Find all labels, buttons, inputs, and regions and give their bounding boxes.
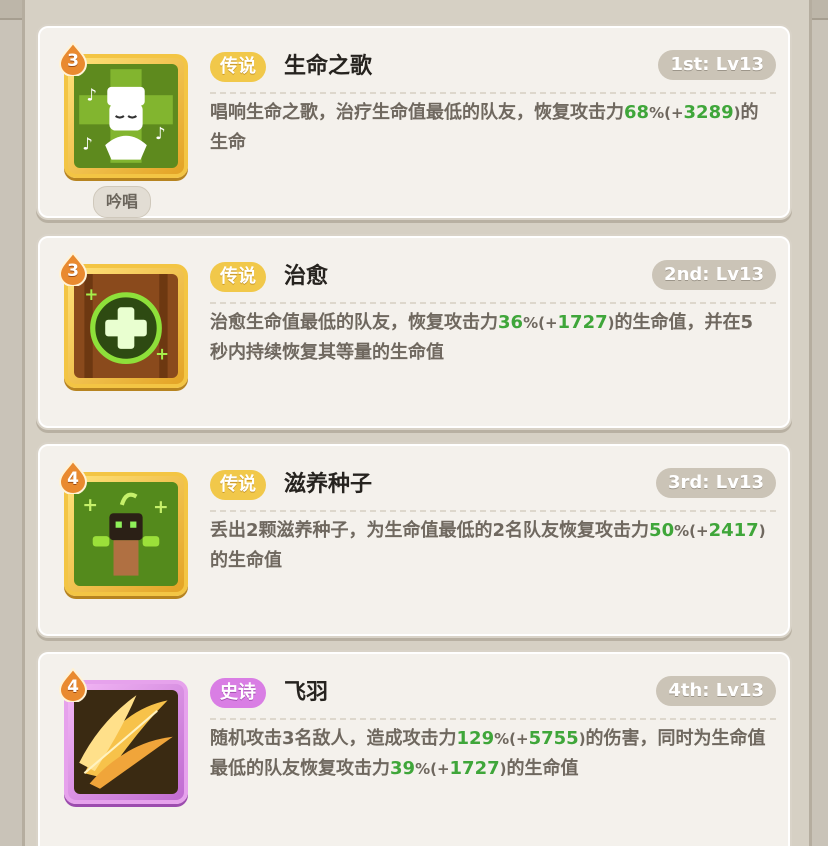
svg-text:♪: ♪ (155, 124, 166, 143)
skill-description: 唱响生命之歌，治疗生命值最低的队友，恢复攻击力68%(+3289)的生命 (210, 102, 759, 153)
skill-description: 随机攻击3名敌人，造成攻击力129%(+5755)的伤害，同时为生命值最低的队友… (210, 728, 766, 779)
divider (210, 92, 776, 94)
svg-text:+: + (155, 344, 169, 363)
svg-text:+: + (153, 497, 169, 518)
skill-name: 滋养种子 (284, 472, 373, 497)
rarity-badge: 传说 (210, 262, 266, 292)
rarity-badge: 传说 (210, 470, 266, 500)
svg-text:+: + (82, 495, 98, 516)
rank-badge: 3rd: Lv13 (655, 468, 776, 498)
rank-badge: 1st: Lv13 (658, 50, 776, 80)
skill-card-2[interactable]: + + 3 传说 治愈 2nd: Lv13 治愈生命值最低的队友，恢复攻击力36… (36, 234, 792, 430)
singing-cookie-icon: ♪ ♪ ♪ (74, 64, 178, 168)
rank-badge: 2nd: Lv13 (652, 260, 776, 290)
star-level-badge: 4 (58, 668, 88, 702)
seed-sprout-icon: + + (74, 482, 178, 586)
skill-name: 飞羽 (284, 680, 329, 705)
skill-type-tag: 吟唱 (93, 186, 152, 218)
svg-text:+: + (84, 285, 98, 304)
skill-card-1[interactable]: ♪ ♪ ♪ 3 吟唱 传说 生命之歌 1st: Lv13 唱响生命之歌，治疗生命… (36, 24, 792, 220)
rarity-badge: 史诗 (210, 678, 266, 708)
skill-card-4[interactable]: 4 史诗 飞羽 4th: Lv13 随机攻击3名敌人，造成攻击力129%(+57… (36, 650, 792, 846)
svg-text:♪: ♪ (86, 85, 97, 104)
divider (210, 302, 776, 304)
divider (210, 510, 776, 512)
rank-badge: 4th: Lv13 (656, 676, 776, 706)
rarity-badge: 传说 (210, 52, 266, 82)
skill-name: 治愈 (284, 264, 329, 289)
star-level-badge: 3 (58, 252, 88, 286)
skill-description: 治愈生命值最低的队友，恢复攻击力36%(+1727)的生命值，并在5秒内持续恢复… (210, 312, 754, 363)
skill-name: 生命之歌 (284, 54, 373, 79)
svg-text:♪: ♪ (82, 134, 93, 153)
star-level-badge: 3 (58, 42, 88, 76)
healing-cross-icon: + + (74, 274, 178, 378)
divider (210, 718, 776, 720)
skill-description: 丢出2颗滋养种子，为生命值最低的2名队友恢复攻击力50%(+2417)的生命值 (210, 520, 766, 571)
star-level-badge: 4 (58, 460, 88, 494)
golden-feather-icon (74, 690, 178, 794)
skill-card-3[interactable]: + + 4 传说 滋养种子 3rd: Lv13 丢出2颗滋养种子，为生命值最低的… (36, 442, 792, 638)
